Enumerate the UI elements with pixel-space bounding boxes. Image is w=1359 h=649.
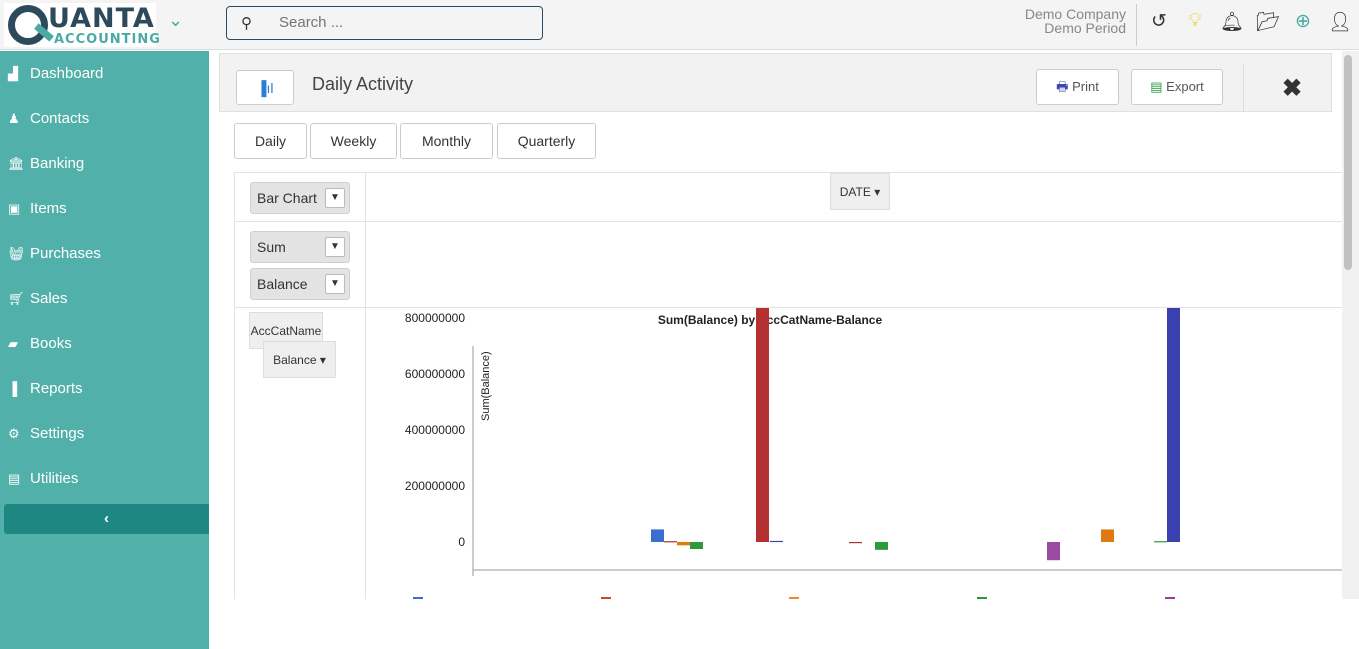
sidebar-collapse-button[interactable]: ‹ <box>4 504 209 534</box>
bank-icon: 🏛︎ <box>8 155 25 171</box>
sidebar-item-items[interactable]: ▣ Items <box>0 186 209 231</box>
company-period: Demo Period <box>1044 20 1126 36</box>
bar <box>1167 308 1180 542</box>
chevron-down-icon[interactable]: ⌄ <box>168 10 183 31</box>
legend-swatch <box>1165 597 1175 599</box>
bar <box>1047 542 1060 561</box>
y-tick-label: 600000000 <box>405 367 465 381</box>
bar <box>875 542 888 550</box>
period-daily-button[interactable]: Daily <box>234 123 307 159</box>
sidebar-item-settings[interactable]: ⚙ Settings <box>0 411 209 456</box>
company-name: Demo Company <box>1024 6 1126 22</box>
export-button[interactable]: ▤ Export <box>1131 69 1223 105</box>
bar <box>690 542 703 549</box>
sidebar-item-label: Settings <box>30 425 85 442</box>
y-axis-label: Sum(Balance) <box>480 351 492 421</box>
sidebar-item-label: Banking <box>30 155 85 172</box>
sidebar: ▟ Dashboard ♟ Contacts 🏛︎ Banking ▣ Items 🧺︎ Purc… <box>0 51 209 649</box>
period-weekly-button[interactable]: Weekly <box>310 123 397 159</box>
sidebar-item-label: Sales <box>30 290 68 307</box>
column-field-chip[interactable]: DATE ▾ <box>830 173 890 210</box>
y-tick-label: 400000000 <box>405 423 465 437</box>
page-title: Daily Activity <box>312 74 414 94</box>
chevron-down-icon: ▼ <box>325 237 345 257</box>
pivot-table: Bar Chart ▼ DATE ▾ Sum ▼ Balance ▼ AccCatNa… <box>234 172 1342 599</box>
sidebar-item-contacts[interactable]: ♟ Contacts <box>0 96 209 141</box>
sidebar-item-reports[interactable]: ▐ Reports <box>0 366 209 411</box>
chevron-down-icon: ▼ <box>325 188 345 208</box>
bar <box>849 542 862 544</box>
y-tick-label: 0 <box>458 535 465 549</box>
aggregate-select[interactable]: Sum ▼ <box>250 231 350 263</box>
folder-icon[interactable]: 📂︎ <box>1256 10 1280 34</box>
bar <box>664 541 677 543</box>
y-tick-label: 800000000 <box>405 311 465 325</box>
search-box[interactable]: ⚲ <box>226 6 543 40</box>
period-monthly-button[interactable]: Monthly <box>400 123 493 159</box>
legend-swatch <box>789 597 799 599</box>
legend-swatch <box>413 597 423 599</box>
sidebar-item-label: Purchases <box>30 245 101 262</box>
sidebar-item-purchases[interactable]: 🧺︎ Purchases <box>0 231 209 276</box>
chart-type-select[interactable]: Bar Chart ▼ <box>250 182 350 214</box>
cart-icon: 🛒︎ <box>8 290 25 306</box>
close-icon[interactable]: ✖ <box>1282 74 1302 103</box>
bar-chart-icon[interactable]: ▐ıl <box>236 70 294 105</box>
scrollbar-thumb[interactable] <box>1344 55 1352 270</box>
search-input[interactable] <box>279 14 529 31</box>
lightbulb-icon[interactable]: 💡︎ <box>1184 10 1206 34</box>
sidebar-item-sales[interactable]: 🛒︎ Sales <box>0 276 209 321</box>
period-quarterly-button[interactable]: Quarterly <box>497 123 596 159</box>
history-icon[interactable]: ↺ <box>1148 10 1170 34</box>
bar <box>756 308 769 543</box>
area-chart-icon: ▟ <box>8 65 18 81</box>
legend-swatch <box>977 597 987 599</box>
logo-text: UANTA <box>48 3 155 34</box>
sidebar-item-label: Dashboard <box>30 65 104 82</box>
chart-title: Sum(Balance) by AccCatName-Balance <box>658 313 883 327</box>
company-info: Demo Company Demo Period <box>1025 7 1126 35</box>
report-header: ▐ıl Daily Activity 🖶︎ Print ▤ Export ✖ <box>219 53 1332 112</box>
utilities-icon: ▤ <box>8 470 21 486</box>
sidebar-item-label: Reports <box>30 380 83 397</box>
bar <box>677 542 690 546</box>
bar-chart: Sum(Balance) by AccCatName-Balance Sum(Ba… <box>405 308 1342 599</box>
search-icon: ⚲ <box>241 15 252 32</box>
bell-icon[interactable]: 🔔︎ <box>1220 10 1244 34</box>
bar <box>651 529 664 542</box>
sidebar-item-utilities[interactable]: ▤ Utilities <box>0 456 209 501</box>
book-icon: ▰ <box>8 335 18 351</box>
chevron-down-icon: ▼ <box>325 274 345 294</box>
gear-icon: ⚙ <box>8 425 20 441</box>
sidebar-item-label: Books <box>30 335 72 352</box>
y-tick-label: 200000000 <box>405 479 465 493</box>
sidebar-item-banking[interactable]: 🏛︎ Banking <box>0 141 209 186</box>
bar <box>1154 541 1167 543</box>
sidebar-item-label: Items <box>30 200 67 217</box>
person-icon: ♟ <box>8 110 20 126</box>
print-button[interactable]: 🖶︎ Print <box>1036 69 1119 105</box>
bar-chart-icon: ▐ <box>8 381 18 396</box>
bar <box>770 540 783 543</box>
sidebar-item-books[interactable]: ▰ Books <box>0 321 209 366</box>
logo-subtext: ACCOUNTING <box>54 32 161 47</box>
row-field-chip[interactable]: Balance ▾ <box>263 341 336 378</box>
user-icon[interactable]: 👤︎ <box>1328 10 1352 34</box>
main-content: ▐ıl Daily Activity 🖶︎ Print ▤ Export ✖ D… <box>209 51 1342 599</box>
basket-icon: 🧺︎ <box>8 245 25 261</box>
sidebar-item-label: Contacts <box>30 110 90 127</box>
sidebar-item-label: Utilities <box>30 470 79 487</box>
legend-swatch <box>601 597 611 599</box>
quanta-logo[interactable]: UANTA ACCOUNTING <box>4 3 160 47</box>
archive-icon: ▣ <box>8 200 21 216</box>
sidebar-item-dashboard[interactable]: ▟ Dashboard <box>0 51 209 96</box>
top-bar: UANTA ACCOUNTING ⌄ ⚲ Demo Company Demo P… <box>0 0 1359 50</box>
bar <box>1101 529 1114 542</box>
add-circle-icon[interactable]: ⊕ <box>1292 10 1314 34</box>
value-field-select[interactable]: Balance ▼ <box>250 268 350 300</box>
